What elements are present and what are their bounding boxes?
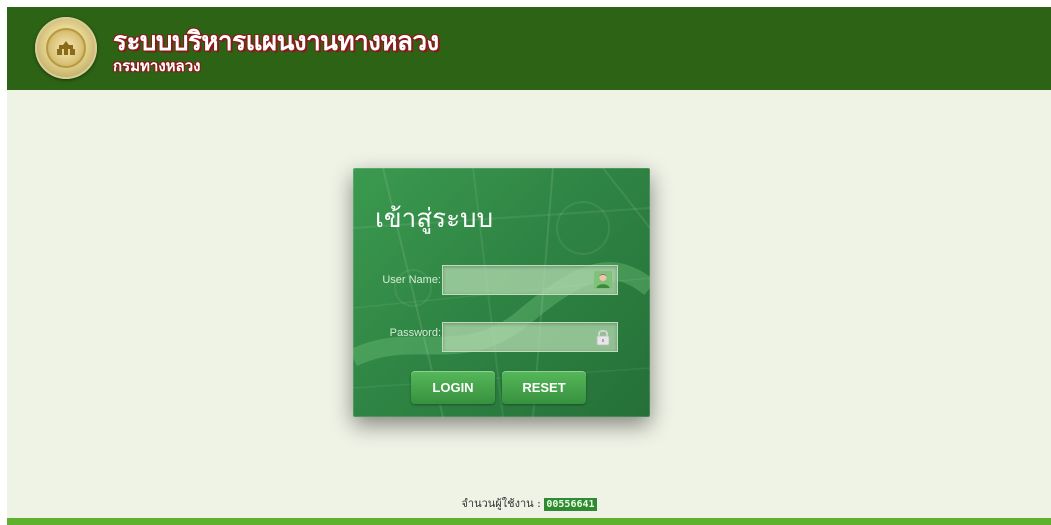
password-field-box: [442, 322, 618, 352]
page: ระบบบริหารแผนงานทางหลวง กรมทางหลวง เข้าส…: [7, 7, 1051, 525]
user-avatar-icon: [594, 271, 612, 289]
login-button[interactable]: LOGIN: [411, 371, 495, 404]
user-counter: จำนวนผู้ใช้งาน : 00556641: [7, 494, 1051, 512]
footer-bar: [7, 518, 1051, 525]
padlock-icon: [596, 329, 610, 346]
login-panel: เข้าสู่ระบบ User Name: Password: LOGIN R…: [353, 168, 650, 417]
login-heading: เข้าสู่ระบบ: [375, 204, 494, 234]
username-label: User Name:: [382, 274, 441, 286]
department-emblem-icon: [35, 17, 97, 79]
username-input[interactable]: [443, 266, 589, 294]
user-counter-value: 00556641: [544, 497, 597, 511]
reset-button[interactable]: RESET: [502, 371, 586, 404]
username-field-box: [442, 265, 618, 295]
header-bar: ระบบบริหารแผนงานทางหลวง กรมทางหลวง: [7, 7, 1051, 90]
password-label: Password:: [389, 327, 441, 339]
department-name: กรมทางหลวง: [113, 57, 201, 75]
user-counter-label: จำนวนผู้ใช้งาน :: [461, 497, 541, 510]
password-input[interactable]: [443, 323, 589, 351]
